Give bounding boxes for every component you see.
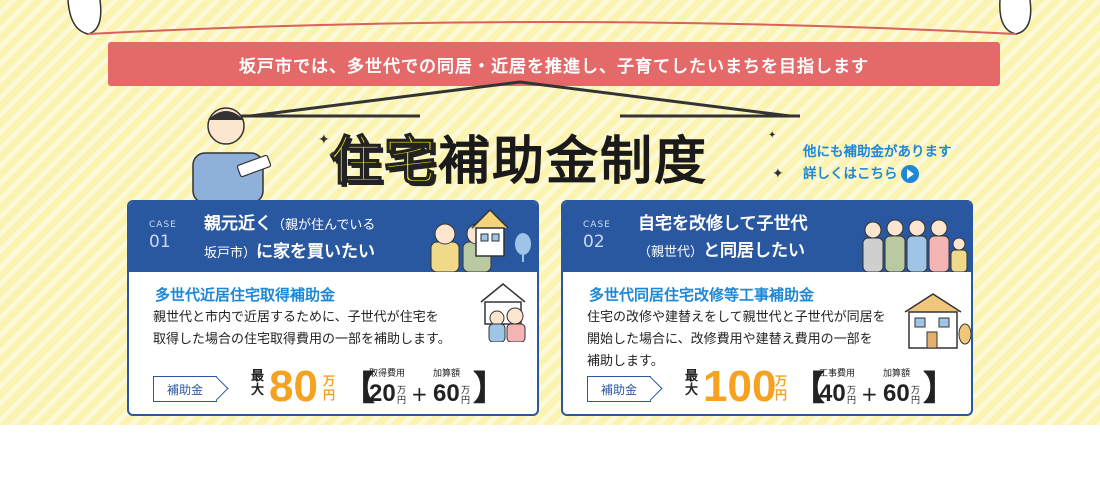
plus-sign: +	[861, 382, 878, 406]
house-icon	[471, 208, 509, 257]
case-heading-main: と同居したい	[703, 241, 806, 261]
amount-unit: 万円	[323, 374, 336, 402]
roof-outline	[240, 80, 800, 118]
case-card-02: CASE 02 自宅を改修して子世代 （親世代）と同居したい 多世代同居住宅改修…	[561, 200, 973, 416]
sparkle-icon: ✦	[772, 166, 784, 182]
breakdown-value: 20	[369, 380, 396, 407]
page-title: 住宅 補助金制度	[329, 122, 708, 193]
subsidy-description: 親世代と市内で近居するために、子世代が住宅を 取得した場合の住宅取得費用の一部を…	[153, 307, 483, 351]
title-main: 補助金制度	[438, 131, 709, 192]
case-heading: 自宅を改修して子世代 （親世代）と同居したい	[638, 211, 808, 266]
sparkle-icon: ✦	[318, 132, 330, 148]
description-line: 取得した場合の住宅取得費用の一部を補助します。	[153, 332, 451, 347]
breakdown-label: 加算額	[883, 369, 911, 379]
page: 坂戸市では、多世代での同居・近居を推進し、子育てしたいまちを目指します 住宅 補…	[0, 0, 1100, 500]
description-line: 住宅の改修や建替えをして親世代と子世代が同居を	[587, 310, 886, 325]
breakdown-unit: 万円	[461, 386, 471, 406]
breakdown-value: 40	[819, 380, 846, 407]
max-label: 最大	[685, 369, 699, 398]
max-label: 最大	[251, 369, 265, 398]
bracket-close: 】	[473, 369, 507, 409]
family-group-illustration	[862, 219, 968, 272]
case-label: CASE	[583, 220, 611, 230]
case-header: CASE 01 親元近く（親が住んでいる 坂戸市）に家を買いたい	[129, 202, 537, 272]
case-heading-small: （親世代）	[638, 245, 704, 260]
description-line: 開始した場合に、改修費用や建替え費用の一部を	[587, 332, 873, 347]
breakdown-unit: 万円	[847, 386, 857, 406]
amount-unit: 万円	[775, 374, 788, 402]
case-heading-main: 親元近く	[204, 214, 272, 234]
bracket-close: 】	[923, 369, 957, 409]
amount-row: 補助金 最大 100 万円 【 工事費用 40 万円 + 加算額 60 万円 】	[587, 362, 967, 412]
max-amount: 80	[269, 362, 318, 411]
plus-sign: +	[411, 382, 428, 406]
case-card-01: CASE 01 親元近く（親が住んでいる 坂戸市）に家を買いたい 多世代近居住宅…	[127, 200, 539, 416]
case-heading: 親元近く（親が住んでいる 坂戸市）に家を買いたい	[204, 211, 375, 267]
tree-icon	[515, 233, 531, 262]
breakdown-value: 60	[883, 380, 910, 407]
case-heading-main: に家を買いたい	[256, 242, 376, 262]
other-link-line2: 詳しくはこちら	[803, 166, 898, 182]
case-header: CASE 02 自宅を改修して子世代 （親世代）と同居したい	[563, 202, 971, 272]
subsidy-badge: 補助金	[587, 376, 651, 402]
breakdown-label: 取得費用	[369, 369, 406, 379]
case-heading-small: 坂戸市）	[204, 246, 257, 261]
other-link-line1: 他にも補助金があります	[803, 144, 952, 160]
breakdown-label: 加算額	[433, 369, 461, 379]
family-icon	[480, 283, 526, 342]
breakdown-label: 工事費用	[819, 369, 856, 379]
house-icon	[904, 293, 971, 349]
subsidy-badge: 補助金	[153, 376, 217, 402]
title-highlight: 住宅	[329, 131, 439, 193]
subsidy-name: 多世代同居住宅改修等工事補助金	[589, 286, 815, 304]
other-subsidies-link[interactable]: 他にも補助金があります 詳しくはこちら	[803, 141, 952, 185]
breakdown-unit: 万円	[397, 386, 407, 406]
description-line: 親世代と市内で近居するために、子世代が住宅を	[153, 310, 439, 325]
breakdown-unit: 万円	[911, 386, 921, 406]
subsidy-name: 多世代近居住宅取得補助金	[155, 286, 336, 304]
case-heading-main: 自宅を改修して子世代	[638, 214, 808, 234]
breakdown-value: 60	[433, 380, 460, 407]
sparkle-icon: ✦	[328, 150, 337, 161]
play-icon[interactable]	[900, 165, 919, 183]
sparkle-icon: ✦	[768, 130, 777, 141]
amount-row: 補助金 最大 80 万円 【 取得費用 20 万円 + 加算額 60 万円 】	[153, 362, 533, 412]
case-heading-small: （親が住んでいる	[272, 218, 376, 233]
worker-illustration	[192, 107, 272, 203]
case-number: 01	[149, 232, 171, 252]
case-number: 02	[583, 232, 605, 252]
max-amount: 100	[703, 362, 777, 411]
case-label: CASE	[149, 220, 177, 230]
